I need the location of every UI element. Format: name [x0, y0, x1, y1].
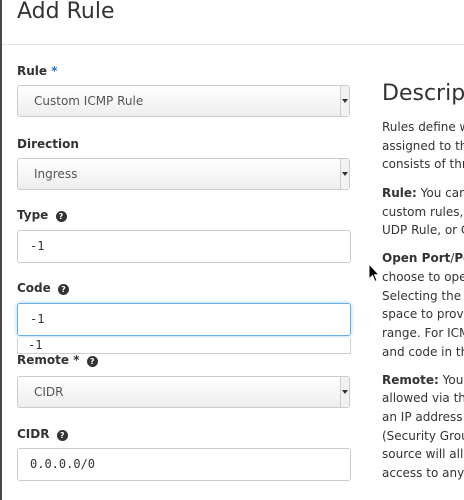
description-text: Rules define w [382, 120, 464, 134]
cidr-input[interactable]: 0.0.0.0/0 [17, 448, 351, 481]
description-text: access to any [382, 466, 464, 480]
required-marker: * [73, 353, 80, 367]
autocomplete-item[interactable]: -1 [28, 338, 42, 352]
cidr-label: CIDR ? [17, 427, 68, 441]
caret-down-icon [342, 172, 348, 176]
description-text: Open Port/Po [382, 251, 464, 265]
code-input[interactable]: -1 [17, 303, 351, 336]
rule-select-value: Custom ICMP Rule [34, 94, 144, 108]
modal-title: Add Rule [17, 0, 115, 24]
description-term: Rule: [382, 186, 417, 200]
description-text: (Security Grou [382, 429, 464, 443]
description-text: choose to ope [382, 270, 464, 284]
rule-label-text: Rule [17, 64, 48, 78]
direction-label: Direction [17, 137, 79, 151]
type-input-value: -1 [30, 239, 45, 253]
description-text: Rule: You can [382, 186, 464, 200]
type-label-text: Type [17, 208, 49, 222]
description-text: allowed via thi [382, 391, 464, 405]
remote-select-value: CIDR [34, 385, 64, 399]
description-text: You can [416, 186, 464, 200]
question-circle-icon[interactable]: ? [86, 356, 98, 367]
description-text: and code in th [382, 345, 464, 359]
remote-label-text: Remote [17, 353, 70, 367]
question-circle-icon[interactable]: ? [57, 284, 69, 295]
caret-down-icon [342, 390, 348, 394]
description-text: source will allo [382, 447, 464, 461]
question-circle-icon[interactable]: ? [56, 430, 68, 441]
rule-select-caret[interactable] [340, 86, 349, 116]
description-text: custom rules, [382, 205, 464, 219]
remote-label: Remote * ? [17, 353, 98, 367]
description-term: Remote: [382, 373, 439, 387]
description-text: range. For ICM [382, 326, 464, 340]
question-circle-icon[interactable]: ? [55, 211, 67, 222]
cidr-label-text: CIDR [17, 427, 50, 441]
caret-down-icon [342, 99, 348, 103]
code-label-text: Code [17, 281, 51, 295]
description-text: Selecting the " [382, 289, 464, 303]
description-text: consists of thr [382, 157, 464, 171]
direction-select-caret[interactable] [340, 159, 349, 189]
description-text: UDP Rule, or C [382, 223, 464, 237]
cidr-input-value: 0.0.0.0/0 [30, 457, 96, 471]
direction-select-value: Ingress [34, 167, 78, 181]
required-marker: * [51, 64, 58, 78]
description-text: Remote: You [382, 373, 463, 387]
header-divider [2, 44, 464, 45]
direction-label-text: Direction [17, 137, 79, 151]
mouse-pointer-icon [368, 263, 380, 283]
window-edge [0, 0, 2, 500]
code-input-value: -1 [30, 312, 45, 326]
type-input[interactable]: -1 [17, 230, 351, 263]
remote-select-caret[interactable] [340, 377, 349, 407]
description-term: Po [454, 251, 464, 265]
description-text: assigned to th [382, 139, 464, 153]
description-text: an IP address [382, 410, 463, 424]
remote-select[interactable]: CIDR [17, 376, 350, 408]
description-title: Descript [382, 81, 464, 106]
code-label: Code ? [17, 281, 69, 295]
rule-select[interactable]: Custom ICMP Rule [17, 85, 350, 117]
rule-label: Rule * [17, 64, 58, 78]
type-label: Type ? [17, 208, 67, 222]
description-text: You [438, 373, 464, 387]
code-autocomplete-suggestion[interactable]: -1 [17, 338, 351, 354]
description-text: space to provi [382, 307, 464, 321]
description-term: Open Port [382, 251, 451, 265]
direction-select[interactable]: Ingress [17, 158, 350, 190]
